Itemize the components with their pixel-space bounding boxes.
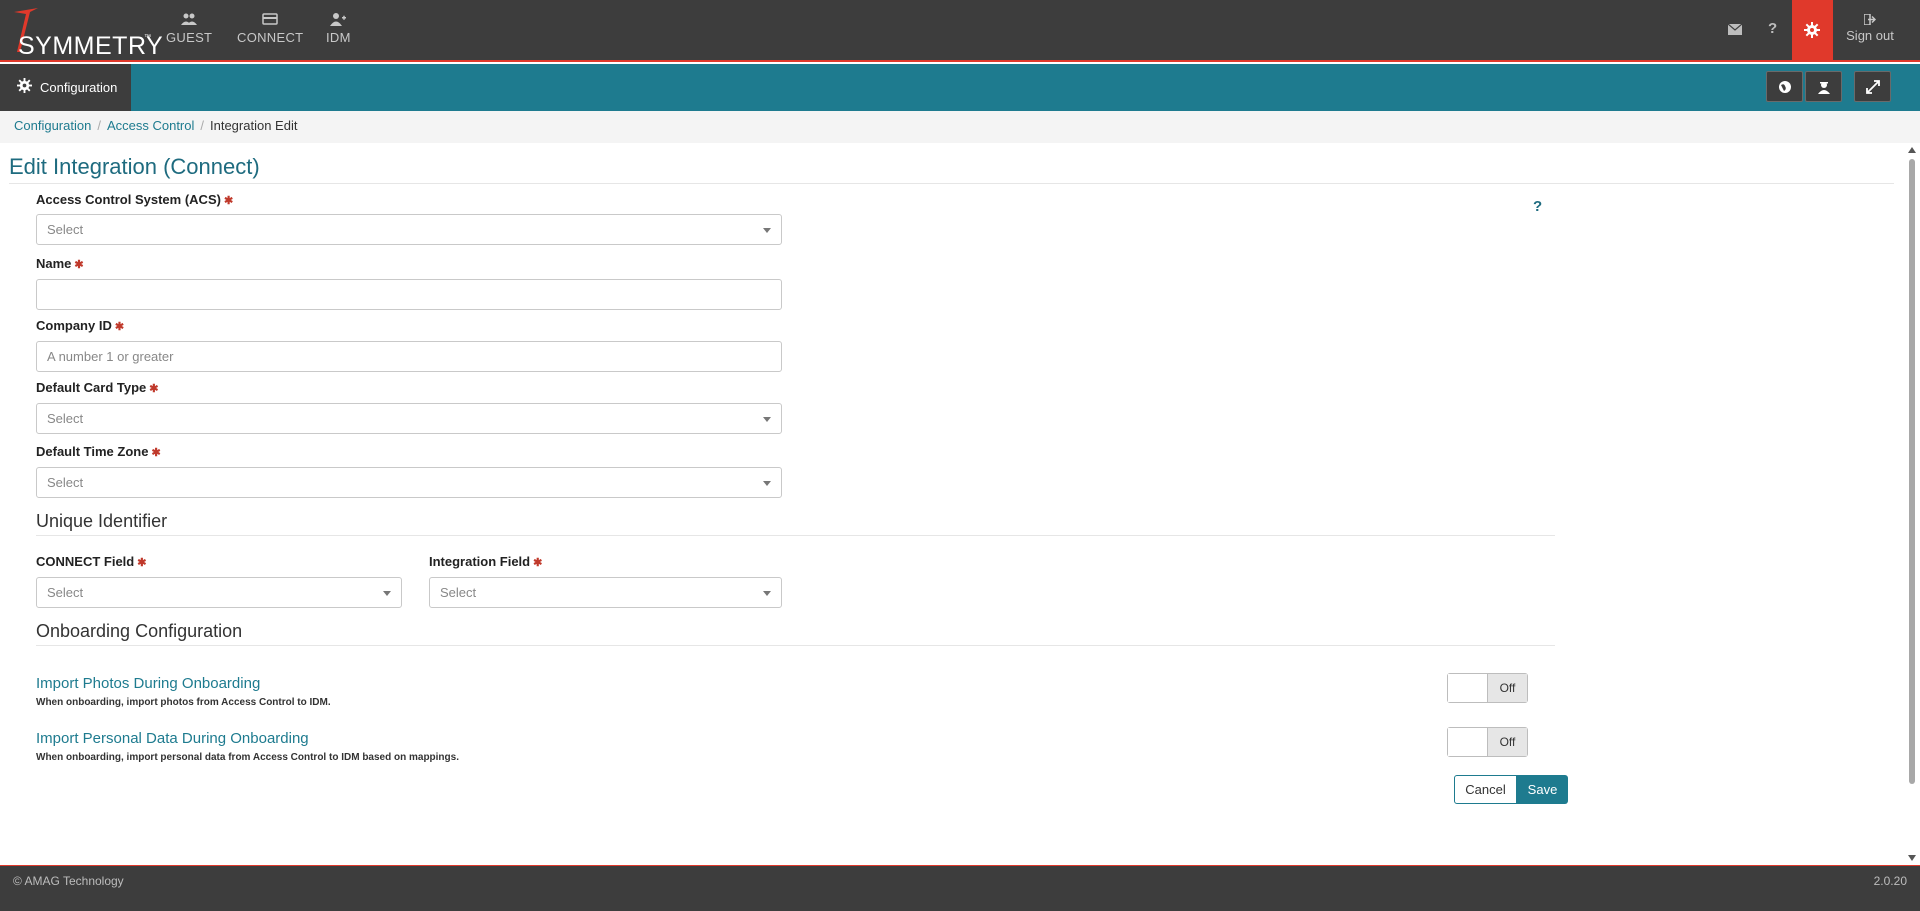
name-label-text: Name [36,256,72,271]
nav-guest-label: GUEST [166,30,213,45]
nav-idm[interactable]: IDM [326,12,351,45]
company-id-label: Company ID ✱ [36,318,124,333]
integration-field-label-text: Integration Field [429,554,531,569]
symmetry-logo[interactable]: SYMMETRY ™ [8,6,163,60]
import-photos-toggle[interactable]: Off [1447,673,1528,703]
toggle-knob [1448,674,1488,702]
integration-field-select[interactable]: Select [429,577,782,608]
name-input[interactable] [36,279,782,310]
footer-copyright: © AMAG Technology [13,874,124,888]
scroll-thumb[interactable] [1909,159,1915,784]
required-asterisk-icon: ✱ [149,383,159,395]
onboarding-heading: Onboarding Configuration [36,621,243,641]
time-zone-select[interactable]: Select [36,467,782,498]
card-type-select[interactable]: Select [36,403,782,434]
fullscreen-button[interactable] [1854,71,1891,102]
nav-guest[interactable]: GUEST [166,12,212,45]
required-asterisk-icon: ✱ [151,447,161,459]
card-icon [262,13,278,25]
page-title: Edit Integration (Connect) [9,154,260,179]
page-scrollbar[interactable] [1906,145,1918,865]
company-id-label-text: Company ID [36,318,112,333]
acs-select[interactable]: Select [36,214,782,245]
time-zone-select-value: Select [47,475,84,490]
save-button[interactable]: Save [1517,775,1568,804]
help-button[interactable]: ? [1768,20,1777,37]
connect-field-select[interactable]: Select [36,577,402,608]
user-button[interactable] [1805,71,1842,102]
title-divider [9,183,1894,184]
messages-button[interactable] [1727,22,1743,39]
users-icon [181,13,198,25]
time-zone-label-text: Default Time Zone [36,444,149,459]
nav-connect-label: CONNECT [237,30,304,45]
connect-field-label: CONNECT Field ✱ [36,554,146,569]
card-type-select-value: Select [47,411,84,426]
toggle-state: Off [1488,728,1527,756]
integration-field-select-value: Select [440,585,477,600]
import-personal-title: Import Personal Data During Onboarding [36,730,309,747]
import-personal-toggle[interactable]: Off [1447,727,1528,757]
sign-out-button[interactable]: Sign out [1844,14,1896,43]
question-icon: ? [1768,20,1778,37]
language-button[interactable] [1766,71,1803,102]
expand-icon [1866,80,1880,94]
import-personal-desc: When onboarding, import personal data fr… [36,752,459,763]
brand-tm: ™ [144,34,151,41]
sign-out-icon [1864,14,1876,25]
form-help-button[interactable]: ? [1533,198,1542,215]
breadcrumb-current: Integration Edit [210,118,298,133]
name-label: Name ✱ [36,256,84,271]
breadcrumb: Configuration / Access Control / Integration… [0,111,1920,143]
section-divider [36,645,1555,646]
question-icon: ? [1533,198,1543,215]
breadcrumb-separator: / [200,118,204,133]
import-photos-title: Import Photos During Onboarding [36,675,261,692]
required-asterisk-icon: ✱ [114,321,125,333]
import-photos-desc: When onboarding, import photos from Acce… [36,697,331,708]
nav-idm-label: IDM [326,30,351,45]
required-asterisk-icon: ✱ [74,259,84,271]
toggle-knob [1448,728,1488,756]
user-plus-icon [330,13,347,26]
scroll-down-icon[interactable] [1908,855,1916,861]
connect-field-label-text: CONNECT Field [36,554,135,569]
toggle-state: Off [1488,674,1527,702]
required-asterisk-icon: ✱ [533,557,543,569]
unique-identifier-heading: Unique Identifier [36,511,168,531]
connect-field-select-value: Select [47,585,84,600]
acs-label-text: Access Control System (ACS) [36,192,221,207]
gear-icon [17,78,32,93]
sign-out-label: Sign out [1846,28,1894,43]
section-bar: Configuration [0,64,1920,111]
configuration-tab-label: Configuration [40,80,118,95]
gear-icon [1804,22,1820,38]
footer-version: 2.0.20 [1873,874,1907,888]
configuration-tab[interactable]: Configuration [0,64,131,111]
cancel-button[interactable]: Cancel [1454,775,1517,804]
card-type-label-text: Default Card Type [36,380,147,395]
breadcrumb-separator: / [97,118,101,133]
company-id-input[interactable] [36,341,782,372]
nav-connect[interactable]: CONNECT [237,12,303,45]
section-divider [36,535,1555,536]
footer: © AMAG Technology 2.0.20 [0,865,1920,911]
breadcrumb-access-control[interactable]: Access Control [107,118,194,133]
time-zone-label: Default Time Zone ✱ [36,444,161,459]
acs-label: Access Control System (ACS) ✱ [36,192,233,207]
user-secret-icon [1818,82,1830,94]
integration-field-label: Integration Field ✱ [429,554,542,569]
card-type-label: Default Card Type ✱ [36,380,159,395]
top-navbar: SYMMETRY ™ GUEST CONNECT IDM ? Sign out [0,0,1920,62]
required-asterisk-icon: ✱ [223,195,234,207]
required-asterisk-icon: ✱ [137,557,147,569]
envelope-icon [1727,23,1743,35]
breadcrumb-configuration[interactable]: Configuration [14,118,91,133]
globe-icon [1779,81,1791,93]
settings-button[interactable] [1792,0,1833,62]
acs-select-value: Select [47,222,84,237]
scroll-up-icon[interactable] [1908,147,1916,153]
brand-name: SYMMETRY [18,32,164,60]
